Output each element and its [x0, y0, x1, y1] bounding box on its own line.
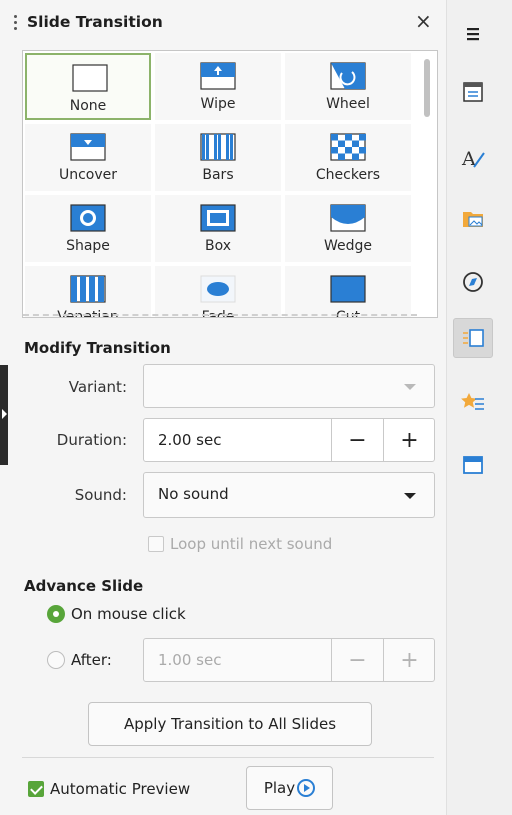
shape-icon: [70, 204, 106, 232]
play-button[interactable]: Play: [246, 766, 333, 810]
transition-fade[interactable]: Fade: [155, 266, 281, 317]
transition-label: Wedge: [323, 238, 373, 254]
transition-box[interactable]: Box: [155, 195, 281, 262]
scrollbar-thumb[interactable]: [424, 59, 430, 117]
animation-icon: [461, 393, 484, 410]
checkmark-icon: [28, 781, 44, 797]
wipe-icon: [200, 62, 236, 90]
fade-icon: [200, 275, 236, 303]
transition-cut[interactable]: Cut: [285, 266, 411, 317]
menu-icon: [467, 28, 479, 41]
transition-wedge[interactable]: Wedge: [285, 195, 411, 262]
transition-wipe[interactable]: Wipe: [155, 53, 281, 120]
bars-icon: [200, 133, 236, 161]
modify-transition-heading: Modify Transition: [24, 339, 171, 357]
loop-sound-checkbox: Loop until next sound: [148, 535, 332, 553]
none-icon: [72, 64, 108, 92]
close-button[interactable]: ×: [415, 11, 432, 31]
transition-venetian[interactable]: Venetian: [25, 266, 151, 317]
transition-list-scrollbar[interactable]: [419, 53, 435, 317]
transition-bars[interactable]: Bars: [155, 124, 281, 191]
panel-header: Slide Transition ×: [0, 0, 446, 44]
transition-list: None Wipe Wheel Uncover Bars Checkers Shape Box…: [22, 50, 438, 318]
transition-label: Box: [204, 238, 232, 254]
venetian-icon: [70, 275, 106, 303]
radio-unselected-icon: [47, 651, 65, 669]
wedge-icon: [330, 204, 366, 232]
transition-label: Uncover: [58, 167, 118, 183]
on-mouse-click-label: On mouse click: [71, 605, 186, 623]
duration-increase-button[interactable]: +: [383, 419, 435, 461]
drag-handle-icon[interactable]: [14, 15, 17, 33]
transition-checkers[interactable]: Checkers: [285, 124, 411, 191]
uncover-icon: [70, 133, 106, 161]
properties-icon: [463, 82, 483, 102]
duration-spinbox: 2.00 sec − +: [143, 418, 435, 462]
sidebar-animation-button[interactable]: [453, 383, 493, 423]
slide-transition-icon: [463, 329, 484, 347]
styles-icon: A: [461, 148, 485, 170]
transition-wheel[interactable]: Wheel: [285, 53, 411, 120]
duration-label: Duration:: [56, 431, 127, 449]
chevron-down-icon: [404, 493, 416, 499]
wheel-icon: [330, 62, 366, 90]
sidebar-styles-button[interactable]: A: [453, 138, 493, 178]
transition-label: Checkers: [315, 167, 381, 183]
after-spinbox: 1.00 sec − +: [143, 638, 435, 682]
duration-input[interactable]: 2.00 sec: [158, 431, 221, 449]
collapse-sidebar-handle[interactable]: [0, 365, 8, 465]
play-label: Play: [263, 779, 296, 797]
transition-label: None: [69, 98, 107, 114]
divider: [22, 757, 434, 758]
transition-label: Bars: [202, 167, 234, 183]
after-label: After:: [71, 651, 112, 669]
sound-label: Sound:: [74, 486, 127, 504]
variant-label: Variant:: [68, 378, 127, 396]
checkbox-box: [148, 536, 164, 552]
on-mouse-click-radio[interactable]: On mouse click: [47, 605, 186, 623]
transition-none[interactable]: None: [25, 53, 151, 120]
play-icon: [297, 779, 316, 797]
sidebar-properties-button[interactable]: [453, 72, 493, 112]
advance-slide-heading: Advance Slide: [24, 577, 144, 595]
sidebar-slide-transition-button[interactable]: [453, 318, 493, 358]
chevron-down-icon: [404, 384, 416, 390]
transition-label: Wheel: [326, 96, 370, 112]
transition-shape[interactable]: Shape: [25, 195, 151, 262]
after-radio[interactable]: After:: [47, 651, 112, 669]
transition-uncover[interactable]: Uncover: [25, 124, 151, 191]
transition-label: Shape: [66, 238, 110, 254]
sound-dropdown[interactable]: No sound: [143, 472, 435, 518]
loop-sound-label: Loop until next sound: [170, 535, 333, 553]
after-increase-button: +: [383, 639, 435, 681]
sidebar-navigator-button[interactable]: [453, 262, 493, 302]
gallery-icon: [463, 212, 483, 227]
navigator-icon: [463, 272, 483, 292]
sidebar-master-slides-button[interactable]: [453, 445, 493, 485]
after-decrease-button: −: [331, 639, 383, 681]
apply-to-all-slides-button[interactable]: Apply Transition to All Slides: [88, 702, 372, 746]
cut-icon: [330, 275, 366, 303]
radio-selected-icon: [47, 605, 65, 623]
panel-title: Slide Transition: [27, 13, 163, 31]
duration-decrease-button[interactable]: −: [331, 419, 383, 461]
sidebar-deck: A: [446, 0, 512, 815]
box-icon: [200, 204, 236, 232]
sound-value: No sound: [158, 485, 229, 503]
sidebar-menu-button[interactable]: [453, 14, 493, 54]
sidebar-gallery-button[interactable]: [453, 198, 493, 238]
variant-dropdown: [143, 364, 435, 408]
automatic-preview-label: Automatic Preview: [50, 780, 191, 798]
master-slides-icon: [463, 456, 483, 474]
after-input: 1.00 sec: [158, 651, 222, 669]
transition-label: Wipe: [200, 96, 236, 112]
checkers-icon: [330, 133, 366, 161]
automatic-preview-checkbox[interactable]: Automatic Preview: [28, 780, 190, 798]
